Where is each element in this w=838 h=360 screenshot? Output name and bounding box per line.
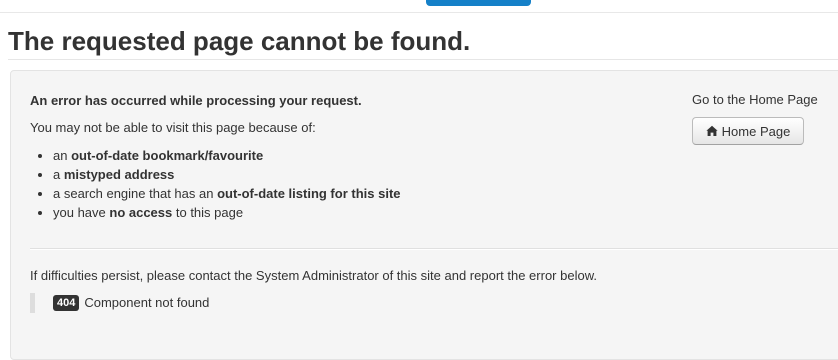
list-item: a search engine that has an out-of-date …	[53, 184, 401, 203]
reason-list: an out-of-date bookmark/favourite a mist…	[30, 146, 401, 222]
error-panel: An error has occurred while processing y…	[10, 70, 838, 360]
error-code-badge: 404	[53, 295, 80, 311]
home-page-label: Go to the Home Page	[692, 92, 818, 107]
contact-admin-text: If difficulties persist, please contact …	[30, 268, 597, 283]
title-divider	[8, 59, 838, 60]
home-icon	[706, 125, 718, 137]
error-detail: 404 Component not found	[30, 293, 209, 313]
page-title: The requested page cannot be found.	[8, 26, 471, 56]
section-divider	[30, 248, 838, 250]
error-heading: An error has occurred while processing y…	[30, 93, 362, 108]
header-divider	[0, 12, 838, 13]
reasons-intro: You may not be able to visit this page b…	[30, 120, 316, 135]
top-nav-tab[interactable]	[426, 0, 531, 6]
home-page-button-label: Home Page	[721, 123, 791, 139]
home-page-button[interactable]: Home Page	[692, 117, 804, 145]
list-item: an out-of-date bookmark/favourite	[53, 146, 401, 165]
error-message: Component not found	[84, 295, 210, 310]
list-item: you have no access to this page	[53, 203, 401, 222]
list-item: a mistyped address	[53, 165, 401, 184]
